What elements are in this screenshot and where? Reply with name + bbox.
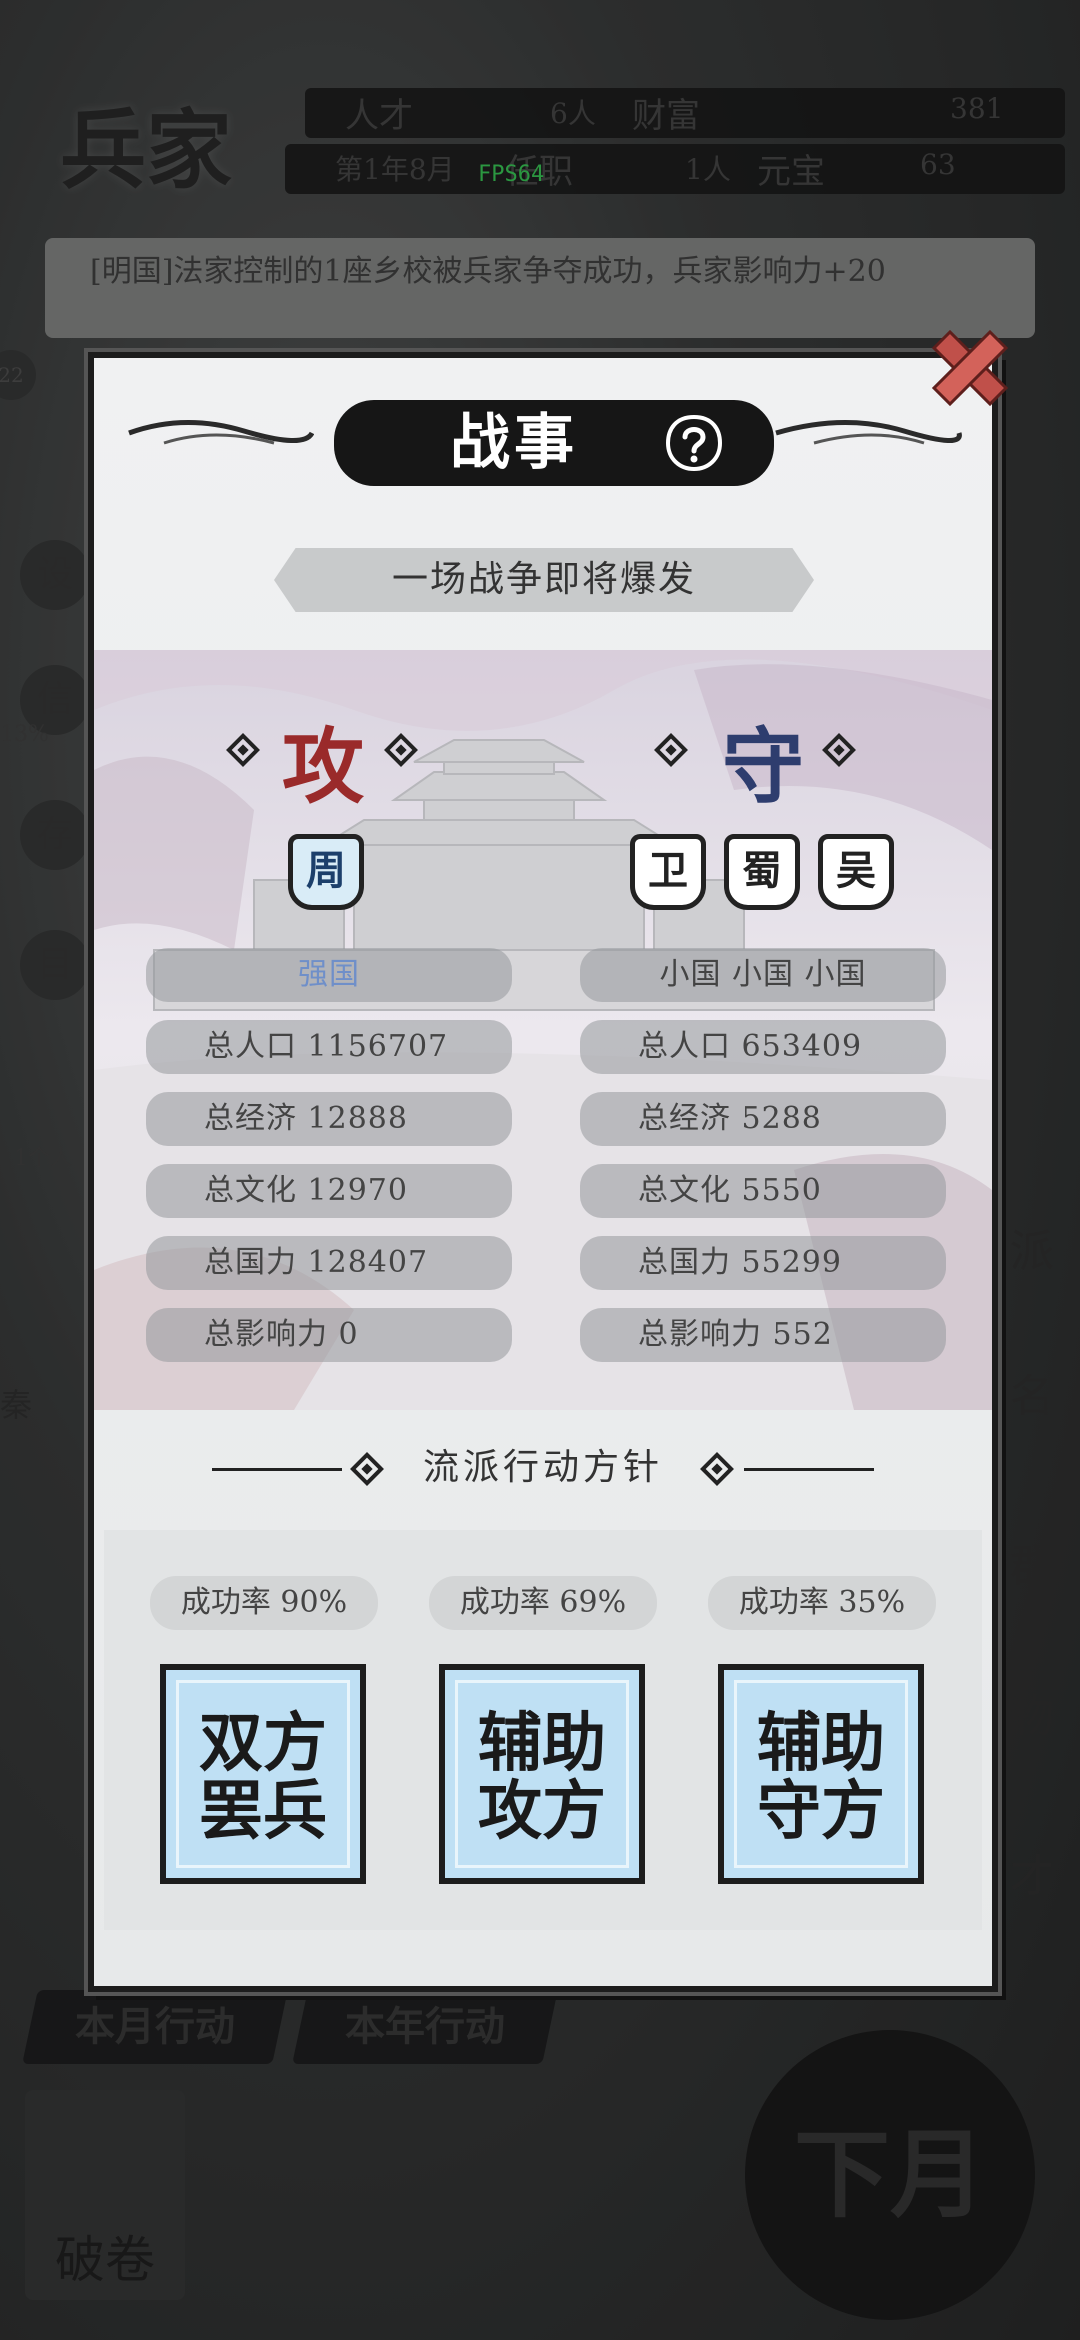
defend-economy: 总经济 5288 bbox=[580, 1092, 946, 1146]
defend-culture: 总文化 5550 bbox=[580, 1164, 946, 1218]
assist-defender-button[interactable]: 辅助 守方 bbox=[718, 1664, 924, 1884]
dialog-title: 战事 bbox=[450, 408, 578, 478]
attack-country-size: 强国 bbox=[146, 948, 512, 1002]
attack-national-power: 总国力 128407 bbox=[146, 1236, 512, 1290]
diamond-right-icon bbox=[384, 733, 418, 767]
attack-economy: 总经济 12888 bbox=[146, 1092, 512, 1146]
attack-culture: 总文化 12970 bbox=[146, 1164, 512, 1218]
attacker-flag-zhou[interactable]: 周 bbox=[288, 834, 364, 910]
diamond-left-icon bbox=[654, 733, 688, 767]
game-screen: 兵家 人才 6人 财富 381 第1年8月 任职 1人 元宝 63 FPS64 … bbox=[0, 0, 1080, 2340]
rate-assist-attacker: 成功率 69% bbox=[429, 1576, 657, 1630]
defend-national-power: 总国力 55299 bbox=[580, 1236, 946, 1290]
close-icon[interactable] bbox=[920, 318, 1020, 418]
help-icon[interactable] bbox=[664, 413, 724, 473]
battle-scene: 攻 守 周 卫 蜀 吴 强国 总人口 1156707 总经济 12888 总文化… bbox=[94, 650, 992, 1410]
policy-header: 流派行动方针 bbox=[422, 1447, 663, 1488]
divider-line-right bbox=[744, 1468, 874, 1471]
attack-label: 攻 bbox=[282, 719, 365, 815]
defender-flag-shu[interactable]: 蜀 bbox=[724, 834, 800, 910]
rate-assist-defender: 成功率 35% bbox=[708, 1576, 936, 1630]
defend-influence: 总影响力 552 bbox=[580, 1308, 946, 1362]
defender-flag-wei[interactable]: 卫 bbox=[630, 834, 706, 910]
ink-swirl-right-icon bbox=[775, 420, 962, 445]
defend-country-size: 小国 小国 小国 bbox=[580, 948, 946, 1002]
assist-attacker-button[interactable]: 辅助 攻方 bbox=[439, 1664, 645, 1884]
defender-flag-wu[interactable]: 吴 bbox=[818, 834, 894, 910]
defend-label: 守 bbox=[722, 719, 805, 815]
defend-population: 总人口 653409 bbox=[580, 1020, 946, 1074]
diamond-right-icon bbox=[700, 1452, 734, 1486]
dialog-subtitle: 一场战争即将爆发 bbox=[274, 548, 814, 612]
diamond-right-icon bbox=[822, 733, 856, 767]
ceasefire-button[interactable]: 双方 罢兵 bbox=[160, 1664, 366, 1884]
ceasefire-label: 双方 罢兵 bbox=[199, 1706, 327, 1849]
war-dialog: 战事 一场战争即将爆发 攻 守 周 卫 蜀 吴 强国 总人口 1156707 总… bbox=[88, 352, 998, 1992]
dialog-title-bar: 战事 bbox=[334, 400, 774, 486]
rate-ceasefire: 成功率 90% bbox=[150, 1576, 378, 1630]
diamond-left-icon bbox=[226, 733, 260, 767]
assist-defender-label: 辅助 守方 bbox=[757, 1706, 885, 1849]
attack-influence: 总影响力 0 bbox=[146, 1308, 512, 1362]
assist-attacker-label: 辅助 攻方 bbox=[478, 1706, 606, 1849]
ink-swirl-left-icon bbox=[128, 419, 314, 445]
attack-population: 总人口 1156707 bbox=[146, 1020, 512, 1074]
